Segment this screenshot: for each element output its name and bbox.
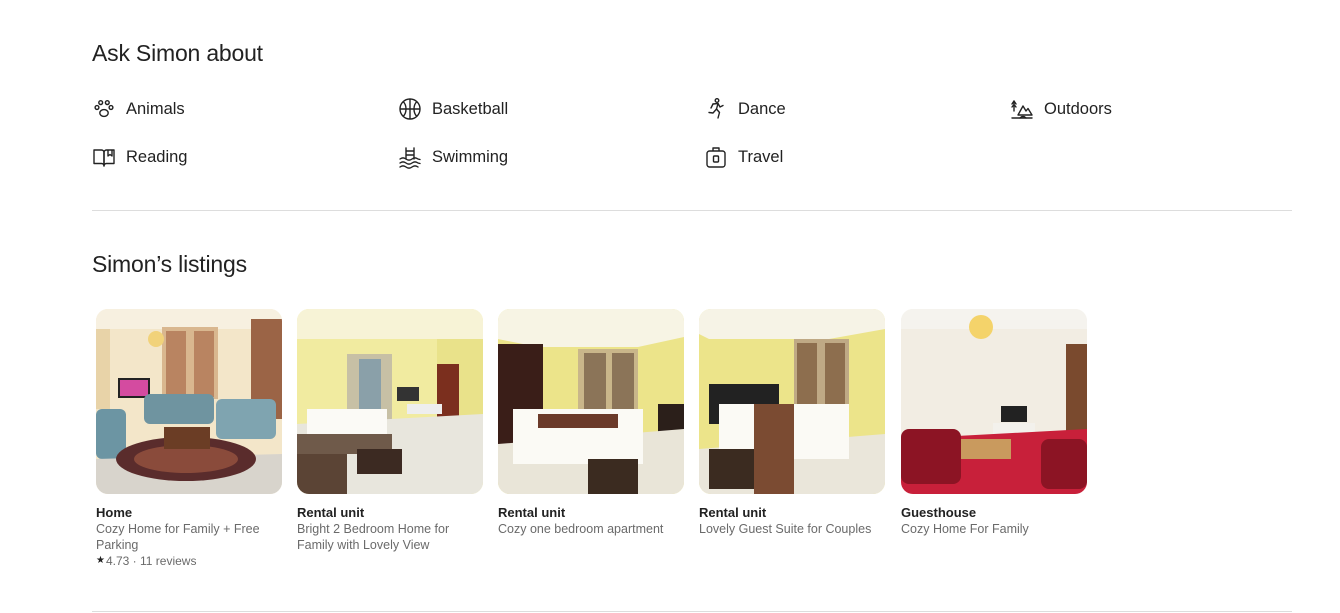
listing-photo[interactable] [96, 309, 282, 494]
book-icon [92, 145, 116, 169]
interest-animals[interactable]: Animals [92, 94, 185, 124]
interest-label: Animals [126, 99, 185, 118]
rating-text: 4.73 · 11 reviews [105, 554, 197, 568]
interest-outdoors[interactable]: Outdoors [1010, 94, 1112, 124]
interest-label: Dance [738, 99, 786, 118]
interest-basketball[interactable]: Basketball [398, 94, 508, 124]
interest-label: Travel [738, 147, 784, 166]
interest-dance[interactable]: Dance [704, 94, 786, 124]
paw-icon [92, 97, 116, 121]
listing-title: Cozy Home For Family [901, 522, 1029, 536]
listing-type: Rental unit [297, 505, 365, 520]
listing-rating: ★ 4.73 · 11 reviews [96, 553, 282, 569]
interest-travel[interactable]: Travel [704, 142, 783, 172]
interest-label: Swimming [432, 147, 509, 166]
listings-section-title: Simon’s listings [92, 251, 247, 277]
listing-photo[interactable] [699, 309, 885, 494]
dance-icon [704, 97, 728, 121]
listing-card-rental-unit[interactable]: Rental unit Cozy one bedroom apartment [498, 309, 684, 537]
outdoors-icon [1010, 97, 1034, 121]
listing-type: Home [96, 505, 133, 520]
interest-swimming[interactable]: Swimming [398, 142, 508, 172]
listing-title: Cozy Home for Family + Free Parking [96, 522, 260, 552]
interest-label: Basketball [432, 99, 509, 118]
listing-type: Rental unit [699, 505, 767, 520]
interest-label: Outdoors [1044, 99, 1112, 118]
suitcase-icon [704, 145, 728, 169]
listing-photo[interactable] [297, 309, 483, 494]
listing-title: Lovely Guest Suite for Couples [699, 522, 872, 536]
interest-reading[interactable]: Reading [92, 142, 187, 172]
interest-label: Reading [126, 147, 188, 166]
listing-type: Rental unit [498, 505, 566, 520]
basketball-icon [398, 97, 422, 121]
section-divider [92, 611, 1292, 612]
section-divider [92, 210, 1292, 211]
listing-card-rental-unit[interactable]: Rental unit Lovely Guest Suite for Coupl… [699, 309, 885, 537]
star-icon: ★ [96, 555, 105, 566]
listing-card-guesthouse[interactable]: Guesthouse Cozy Home For Family [901, 309, 1087, 537]
listing-type: Guesthouse [901, 505, 977, 520]
swimming-icon [398, 145, 422, 169]
listing-card-rental-unit[interactable]: Rental unit Bright 2 Bedroom Home for Fa… [297, 309, 483, 553]
listing-title: Cozy one bedroom apartment [498, 522, 664, 536]
listing-photo[interactable] [498, 309, 684, 494]
listing-card-home[interactable]: Home Cozy Home for Family + Free Parking… [96, 309, 282, 569]
listing-photo[interactable] [901, 309, 1087, 494]
listing-title: Bright 2 Bedroom Home for Family with Lo… [297, 522, 450, 552]
ask-section-title: Ask Simon about [92, 40, 263, 66]
